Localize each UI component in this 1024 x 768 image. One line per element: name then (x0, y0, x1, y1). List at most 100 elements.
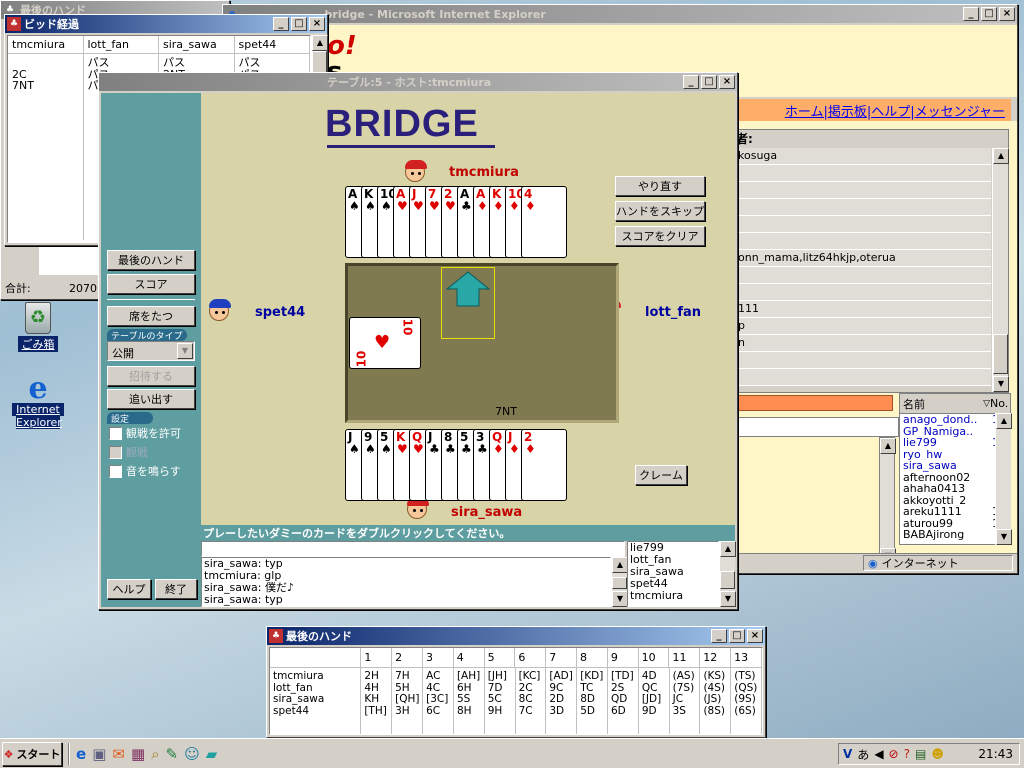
list-item[interactable]: p (736, 318, 991, 335)
last-hand-cell: 2D (549, 693, 565, 705)
nav-board-link[interactable]: |掲示板 (823, 101, 866, 120)
list-item[interactable]: BABAjirong (900, 529, 1010, 541)
list-item[interactable]: areku111112 (900, 506, 1010, 518)
list-item[interactable] (736, 182, 991, 199)
minimize-button[interactable]: _ (683, 75, 699, 89)
playing-card[interactable]: 4 ♦ (521, 186, 567, 258)
players-header-no[interactable]: No. (990, 397, 1010, 410)
list-item[interactable]: onn_mama,litz64hkjp,oterua (736, 250, 991, 267)
table-type-value: 公開 (112, 347, 134, 360)
nav-messenger-link[interactable]: |メッセンジャー (910, 101, 1005, 120)
table-type-select[interactable]: 公開 ▼ (107, 341, 195, 361)
kick-button[interactable]: 追い出す (107, 389, 195, 409)
chat-log: sira_sawa: typ tmcmiura: glp sira_sawa: 僕だ… (201, 557, 611, 607)
list-item[interactable]: aturou9918 (900, 517, 1010, 530)
volume-icon[interactable]: ◀ (874, 747, 883, 761)
outlook-icon[interactable]: ✉ (112, 745, 125, 763)
invite-button[interactable]: 招待する (107, 366, 195, 386)
list-item[interactable]: lie79913 (900, 437, 1010, 449)
list-item[interactable] (736, 233, 991, 250)
minimize-button[interactable]: _ (963, 7, 979, 21)
bridge-game-window[interactable]: テーブル:5 - ホスト:tmcmiura _ □ × BRIDGE tmcmiur… (98, 72, 738, 610)
list-item[interactable] (736, 165, 991, 182)
help-icon[interactable]: ? (904, 747, 910, 761)
close-button[interactable]: × (309, 17, 325, 31)
watch-checkbox[interactable]: 観戦 (109, 444, 148, 460)
list-item[interactable] (736, 267, 991, 284)
bid-column-header: tmcmiura (8, 36, 84, 53)
players-header-name[interactable]: 名前 (900, 396, 983, 412)
desktop-icon[interactable]: ▣ (92, 745, 106, 763)
ime-mode[interactable]: あ (857, 746, 869, 763)
recycle-bin-icon[interactable]: ♻ ごみ箱 (18, 302, 58, 352)
table-list-rows: kosuga onn_mama,litz64hkjp,oterua 111 p n (734, 148, 1008, 386)
minimize-button[interactable]: _ (273, 17, 289, 31)
clear-score-button[interactable]: スコアをクリア (615, 226, 705, 246)
start-button[interactable]: ❖ スタート (2, 742, 62, 766)
playing-card[interactable]: 2 ♦ (521, 429, 567, 501)
help-button[interactable]: ヘルプ (107, 579, 151, 599)
leave-seat-button[interactable]: 席をたつ (107, 306, 195, 326)
last-hand-button[interactable]: 最後のハンド (107, 250, 195, 270)
list-item[interactable]: ahaha0413 (900, 483, 1010, 495)
close-button[interactable]: × (747, 629, 763, 643)
last-hand-column: tmcmiura lott_fan sira_sawa spet44 (270, 668, 362, 734)
maximize-button[interactable]: □ (729, 629, 745, 643)
score-button[interactable]: スコア (107, 274, 195, 294)
last-hand-cell: 4D (641, 670, 657, 682)
last-hand-cell: 8D (580, 693, 595, 705)
ime-icon[interactable]: V (843, 747, 852, 761)
notepad-icon[interactable]: ✎ (166, 745, 179, 763)
messenger-tray-icon[interactable]: ☻ (931, 747, 944, 761)
list-item[interactable]: anago_dond..12 (900, 414, 1010, 426)
folder-icon[interactable]: ▰ (206, 745, 218, 763)
last-hand-column: (AS) (7S) JC 3S (670, 668, 701, 734)
maximize-button[interactable]: □ (981, 7, 997, 21)
last-hand-column: 2H 4H KH [TH] (361, 668, 393, 734)
status-zone: インターネット (881, 557, 959, 570)
chat-scrollbar[interactable]: ▲ ▼ (611, 557, 628, 607)
list-item[interactable] (736, 216, 991, 233)
ie-launch-icon[interactable]: e (76, 745, 86, 763)
players-scrollbar[interactable]: ▲ ▼ (995, 413, 1012, 545)
close-button[interactable]: × (719, 75, 735, 89)
list-item[interactable]: sira_sawa5 (900, 460, 1010, 472)
list-item[interactable]: 111 (736, 301, 991, 318)
last-hand-cell: 5S (456, 693, 471, 705)
maximize-button[interactable]: □ (701, 75, 717, 89)
internet-explorer-icon[interactable]: e Internet Explorer (12, 374, 64, 429)
nav-home-link[interactable]: ホーム (785, 101, 824, 120)
messenger-icon[interactable]: ☺ (184, 745, 200, 763)
list-item[interactable]: ryo_hw (900, 449, 1010, 461)
user-list-scrollbar[interactable]: ▲ ▼ (719, 541, 736, 607)
last-hand-cell: [TH] (364, 704, 387, 717)
list-item[interactable]: afternoon021 (900, 471, 1010, 484)
player-name: areku1111 (903, 506, 962, 518)
minimize-button[interactable]: _ (711, 629, 727, 643)
sound-checkbox[interactable]: 音を鳴らす (109, 463, 181, 479)
allow-watch-checkbox[interactable]: ✔ 観戦を許可 (109, 425, 181, 441)
claim-button[interactable]: クレーム (635, 465, 687, 485)
antivirus-icon[interactable]: ⊘ (889, 747, 899, 761)
close-button[interactable]: × (999, 7, 1015, 21)
list-item[interactable] (736, 352, 991, 369)
network-icon[interactable]: ▤ (915, 747, 926, 761)
maximize-button[interactable]: □ (291, 17, 307, 31)
list-item[interactable] (736, 199, 991, 216)
media-icon[interactable]: ▦ (131, 745, 145, 763)
user-list-item[interactable]: tmcmiura (630, 590, 718, 602)
search-icon[interactable]: ⌕ (151, 745, 159, 763)
chat-input[interactable] (201, 541, 625, 557)
list-item[interactable]: n (736, 335, 991, 352)
skip-hand-button[interactable]: ハンドをスキップ (615, 201, 705, 221)
nav-help-link[interactable]: |ヘルプ (867, 101, 910, 120)
center-scrollbar[interactable]: ▲▼ (879, 437, 896, 567)
list-item[interactable]: kosuga (736, 148, 991, 165)
last-hand-window[interactable]: ♣ 最後のハンド _ □ × 1 2 3 4 5 6 7 8 9 10 11 12 13 tmcmiura lo… (266, 626, 766, 738)
last-hand-cell: 7H (395, 670, 410, 682)
exit-button[interactable]: 終了 (155, 579, 197, 599)
list-item[interactable] (736, 369, 991, 386)
table-list-scrollbar[interactable]: ▲ ▼ (992, 148, 1009, 392)
redo-button[interactable]: やり直す (615, 176, 705, 196)
list-item[interactable] (736, 284, 991, 301)
